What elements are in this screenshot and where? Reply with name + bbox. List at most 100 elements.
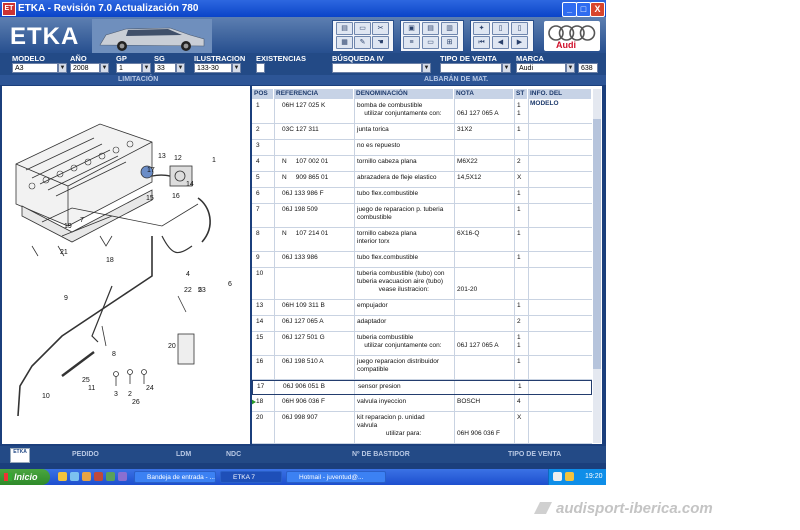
folder-icon[interactable]: ▭ [422, 36, 439, 49]
monitor-icon[interactable]: ▭ [354, 22, 371, 35]
col-header-referencia[interactable]: REFERENCIA [274, 89, 354, 99]
maximize-button[interactable]: □ [576, 2, 591, 17]
scrollbar-thumb[interactable] [593, 119, 601, 369]
table-row[interactable]: 2 03C 127 311 junta torica 31X2 1 [252, 124, 592, 140]
gp-select[interactable]: 1 [116, 63, 142, 73]
diagram-callout[interactable]: 9 [64, 295, 68, 302]
tools-icon[interactable]: ✂ [372, 22, 389, 35]
parts-icon[interactable]: ▥ [441, 22, 458, 35]
table-row[interactable]: 9 06J 133 986 tubo flex.combustible 1 [252, 252, 592, 268]
table-row[interactable]: 5 N 909 865 01 abrazadera de fleje elastic… [252, 172, 592, 188]
diagram-callout[interactable]: 10 [42, 393, 50, 400]
marca-select[interactable]: Audi [516, 63, 566, 73]
start-button[interactable]: Inicio [0, 469, 50, 485]
pages-icon[interactable]: ▯ [511, 22, 528, 35]
catalog-icon[interactable]: ▣ [403, 22, 420, 35]
pedido-button[interactable]: PEDIDO [72, 451, 99, 458]
table-row[interactable]: 8 N 107 214 01 tornillo cabeza plana inter… [252, 228, 592, 252]
ndc-button[interactable]: NDC [226, 451, 241, 458]
messenger-icon[interactable] [106, 472, 115, 481]
diagram-callout[interactable]: 17 [147, 167, 155, 174]
app-icon[interactable] [118, 472, 127, 481]
diagram-callout[interactable]: 15 [146, 195, 154, 202]
busqueda-select[interactable] [332, 63, 422, 73]
table-row[interactable]: 18 06H 906 036 F valvula inyeccion BOSCH 4 [252, 396, 592, 412]
table-row[interactable]: 13 06H 109 311 B empujador 1 [252, 300, 592, 316]
modelo-select[interactable]: A3 [12, 63, 58, 73]
pencil-icon[interactable]: ✎ [354, 36, 371, 49]
table-row[interactable]: 16 06J 198 510 A juego reparacion distribu… [252, 356, 592, 380]
cart-icon[interactable]: ⊞ [441, 36, 458, 49]
diagram-callout[interactable]: 12 [174, 155, 182, 162]
table-row[interactable]: 17 06J 906 051 B sensor presion 1 [252, 380, 592, 395]
keyboard-icon[interactable]: ▦ [336, 36, 353, 49]
diagram-callout[interactable]: 24 [146, 385, 154, 392]
sg-select[interactable]: 33 [154, 63, 176, 73]
taskbar-item-bandeja[interactable]: Bandeja de entrada - ... [134, 471, 216, 483]
col-header-st[interactable]: ST [514, 89, 528, 99]
first-page-icon[interactable]: ⏮ [473, 36, 490, 49]
diagram-callout[interactable]: 21 [60, 249, 68, 256]
chevron-down-icon[interactable]: ▼ [58, 63, 67, 73]
tipo-venta-button[interactable]: TIPO DE VENTA [508, 451, 561, 458]
table-row[interactable]: 6 06J 133 986 F tubo flex.combustible 1 [252, 188, 592, 204]
diagram-callout[interactable]: 25 [82, 377, 90, 384]
diagram-callout[interactable]: 2 [128, 391, 132, 398]
chevron-down-icon[interactable]: ▼ [502, 63, 511, 73]
diagram-callout[interactable]: 8 [112, 351, 116, 358]
taskbar-item-hotmail[interactable]: Hotmail - juventud@... [286, 471, 386, 483]
col-header-nota[interactable]: NOTA [454, 89, 514, 99]
table-row[interactable]: 7 06J 198 509 juego de reparacion p. tuber… [252, 204, 592, 228]
table-row[interactable]: 4 N 107 002 01 tornillo cabeza plana M6X22 2 [252, 156, 592, 172]
table-row[interactable]: 1 06H 127 025 K bomba de combustible utili… [252, 100, 592, 124]
ilustracion-select[interactable]: 133-30 [194, 63, 232, 73]
diagram-callout[interactable]: 3 [114, 391, 118, 398]
table-row[interactable]: 10 tuberia combustible (tubo) con tuberia… [252, 268, 592, 300]
existencias-checkbox[interactable] [256, 63, 265, 73]
diagram-callout[interactable]: 16 [172, 193, 180, 200]
diagram-callout[interactable]: 19 [64, 223, 72, 230]
table-row[interactable]: 3 no es repuesto [252, 140, 592, 156]
bastidor-button[interactable]: Nº DE BASTIDOR [352, 451, 410, 458]
page-icon[interactable]: ▯ [492, 22, 509, 35]
minimize-button[interactable]: _ [562, 2, 577, 17]
pin-icon[interactable]: ✦ [473, 22, 490, 35]
exploded-diagram[interactable]: 13 17 12 1 14 15 16 5 4 6 19 7 21 18 10 11 9 8 22 23 20 3 2 25 2… [2, 86, 250, 444]
diagram-callout[interactable]: 22 [184, 287, 192, 294]
network-icon[interactable] [553, 472, 562, 481]
diagram-callout[interactable]: 1 [212, 157, 216, 164]
ldm-button[interactable]: LDM [176, 451, 191, 458]
chevron-down-icon[interactable]: ▼ [566, 63, 575, 73]
diagram-callout[interactable]: 23 [198, 287, 206, 294]
table-row[interactable]: 14 06J 127 065 A adaptador 2 [252, 316, 592, 332]
ano-select[interactable]: 2008 [70, 63, 100, 73]
chevron-down-icon[interactable]: ▼ [176, 63, 185, 73]
chevron-down-icon[interactable]: ▼ [100, 63, 109, 73]
media-icon[interactable] [94, 472, 103, 481]
table-scrollbar[interactable] [593, 89, 601, 443]
diagram-callout[interactable]: 20 [168, 343, 176, 350]
chevron-down-icon[interactable]: ▼ [422, 63, 431, 73]
tipo-venta-select[interactable] [440, 63, 502, 73]
folder-icon[interactable] [82, 472, 91, 481]
diagram-callout[interactable]: 14 [186, 181, 194, 188]
next-page-icon[interactable]: ▶ [511, 36, 528, 49]
diagram-callout[interactable]: 13 [158, 153, 166, 160]
ie-icon[interactable] [58, 472, 67, 481]
col-header-info-modelo[interactable]: INFO. DEL MODELO [528, 89, 592, 107]
speaker-icon[interactable] [565, 472, 574, 481]
close-button[interactable]: X [590, 2, 605, 17]
taskbar-item-etka[interactable]: ETKA 7 [220, 471, 282, 483]
col-header-denominacion[interactable]: DENOMINACIÓN [354, 89, 454, 99]
diagram-callout[interactable]: 26 [132, 399, 140, 406]
diagram-callout[interactable]: 4 [186, 271, 190, 278]
desktop-icon[interactable] [70, 472, 79, 481]
list-icon[interactable]: ≡ [403, 36, 420, 49]
hand-icon[interactable]: ☚ [372, 36, 389, 49]
document-icon[interactable]: ▤ [422, 22, 439, 35]
diagram-callout[interactable]: 6 [228, 281, 232, 288]
diagram-callout[interactable]: 11 [88, 385, 95, 392]
col-header-pos[interactable]: POS [252, 89, 274, 99]
table-row[interactable]: 15 06J 127 501 G tuberia combustible utili… [252, 332, 592, 356]
table-row[interactable]: 20 06J 998 907 kit reparacion p. unidad va… [252, 412, 592, 444]
